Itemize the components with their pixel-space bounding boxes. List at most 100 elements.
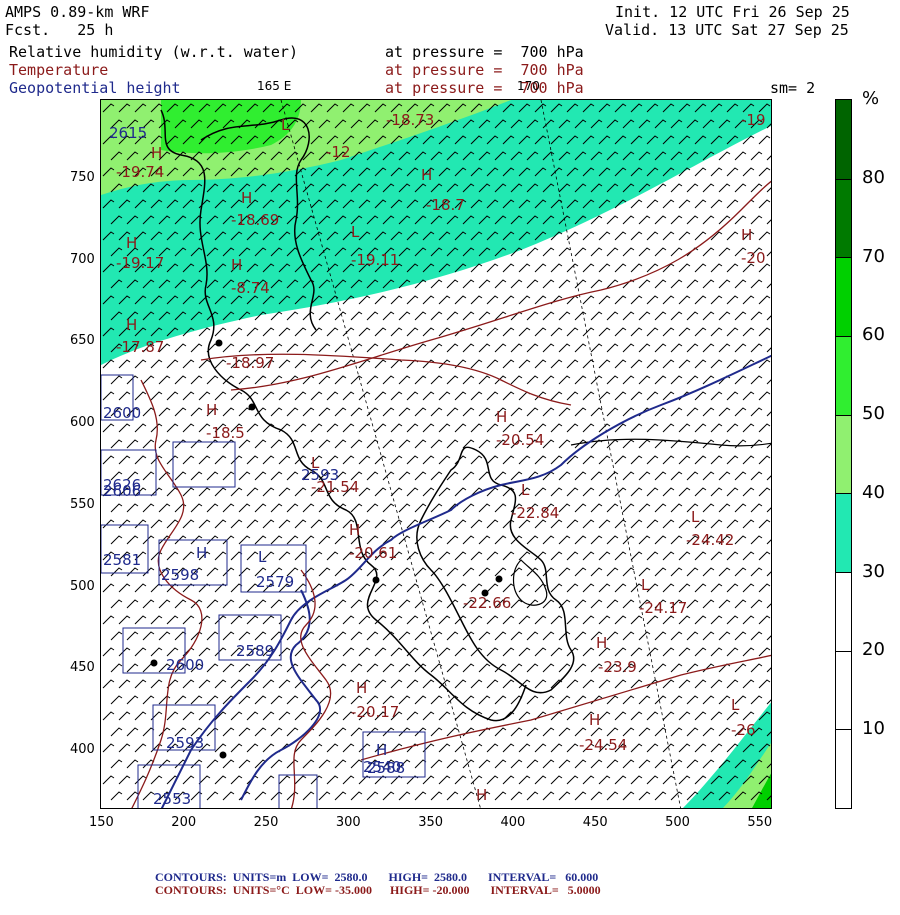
- wind-barb: [166, 711, 179, 721]
- wind-barb: [438, 551, 451, 561]
- wind-barb: [726, 167, 739, 177]
- wind-barb: [622, 247, 635, 257]
- high-marker: H: [356, 679, 367, 697]
- temperature-label: -22.84: [511, 504, 559, 522]
- wind-barb: [174, 343, 187, 353]
- wind-barb: [126, 663, 139, 673]
- temperature-label: -26: [731, 721, 756, 739]
- coastline-east: [416, 446, 575, 694]
- wind-barb: [638, 759, 651, 769]
- wind-barb: [142, 471, 155, 481]
- temperature-label: -19: [741, 111, 766, 129]
- wind-barb: [422, 551, 435, 561]
- wind-barb: [510, 631, 523, 641]
- wind-barb: [310, 359, 323, 369]
- wind-barb: [462, 663, 475, 673]
- wind-barb: [694, 199, 707, 209]
- wind-barb: [222, 343, 235, 353]
- coastline-ross: [570, 438, 771, 447]
- wind-barb: [654, 503, 667, 513]
- wind-barb: [222, 503, 235, 513]
- temp-contour-southcoast: [290, 569, 332, 808]
- temperature-label: -18.97: [226, 354, 274, 372]
- temperature-label: -23.9: [598, 658, 637, 676]
- wind-barb: [574, 407, 587, 417]
- wind-barb: [230, 391, 243, 401]
- wind-barb: [598, 615, 611, 625]
- wind-barb: [654, 407, 667, 417]
- wind-barb: [518, 775, 531, 785]
- wind-barb: [766, 251, 771, 257]
- wind-barb: [686, 343, 699, 353]
- wind-barb: [318, 535, 331, 545]
- high-marker: H: [241, 189, 252, 207]
- wind-barb: [542, 791, 555, 801]
- wind-barb: [206, 631, 219, 641]
- wind-barb: [654, 663, 667, 673]
- wind-barb: [630, 263, 643, 273]
- wind-barb: [190, 503, 203, 513]
- wind-barb: [710, 487, 723, 497]
- wind-barb: [702, 215, 715, 225]
- wind-barb: [262, 391, 275, 401]
- wind-barb: [662, 775, 675, 785]
- wind-barb: [670, 279, 683, 289]
- wind-barb: [246, 551, 259, 561]
- wind-barb: [334, 631, 347, 641]
- wind-barb: [502, 295, 515, 305]
- wind-barb: [102, 711, 115, 721]
- low-marker: L: [258, 548, 267, 566]
- wind-barb: [366, 311, 379, 321]
- wind-barb: [430, 727, 443, 737]
- wind-barb: [558, 535, 571, 545]
- wind-barb: [398, 535, 411, 545]
- wind-barb: [638, 343, 651, 353]
- wind-barb: [694, 167, 707, 177]
- wind-barb: [446, 535, 459, 545]
- wind-barb: [638, 663, 651, 673]
- wind-barb: [694, 295, 707, 305]
- height-label: 2600: [103, 404, 141, 422]
- wind-barb: [430, 375, 443, 385]
- wind-barb: [390, 327, 403, 337]
- wind-barb: [230, 711, 243, 721]
- wind-barb: [454, 423, 467, 433]
- wind-barb: [438, 647, 451, 657]
- temperature-label: -19.74: [116, 163, 164, 181]
- wind-barb: [558, 791, 571, 801]
- wind-barb: [358, 423, 371, 433]
- wind-barb: [350, 599, 363, 609]
- wind-barb: [502, 647, 515, 657]
- wind-barb: [270, 791, 283, 801]
- wind-barb: [310, 551, 323, 561]
- wind-barb: [134, 455, 147, 465]
- wind-barb: [430, 599, 443, 609]
- wind-barb: [518, 263, 531, 273]
- wind-barb: [582, 551, 595, 561]
- wind-barb: [590, 247, 603, 257]
- wind-barb: [726, 359, 739, 369]
- wind-barb: [294, 327, 307, 337]
- wind-barb: [694, 231, 707, 241]
- wind-barb: [262, 743, 275, 753]
- wind-barb: [470, 551, 483, 561]
- height-contour-2580: [160, 354, 771, 808]
- wind-barb: [486, 295, 499, 305]
- wind-barb: [654, 631, 667, 641]
- wind-barb: [758, 455, 771, 465]
- wind-barb: [510, 279, 523, 289]
- wind-barb: [502, 551, 515, 561]
- wind-barb: [654, 759, 667, 769]
- wind-barb: [110, 439, 123, 449]
- wind-barb: [558, 343, 571, 353]
- wind-barb: [334, 599, 347, 609]
- wind-barb: [614, 263, 627, 273]
- wind-barb: [430, 407, 443, 417]
- wind-barb: [670, 247, 683, 257]
- wind-barb: [310, 327, 323, 337]
- wind-barb: [342, 775, 355, 785]
- wind-barb: [558, 759, 571, 769]
- wind-barb: [558, 279, 571, 289]
- wind-barb: [686, 471, 699, 481]
- wind-barb: [622, 407, 635, 417]
